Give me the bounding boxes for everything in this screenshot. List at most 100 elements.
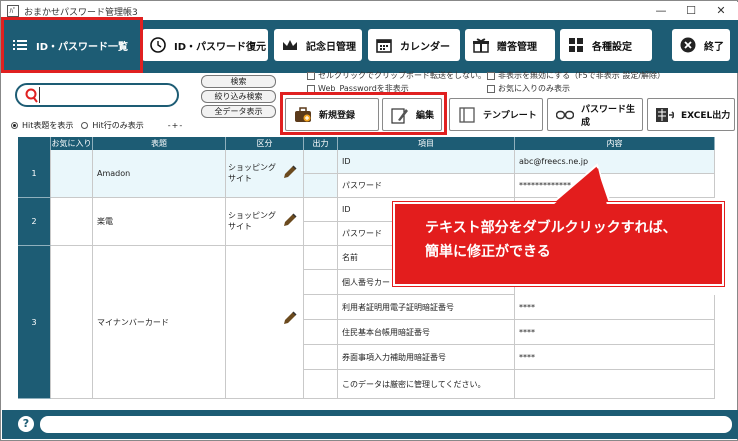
output-cell[interactable] xyxy=(304,270,338,295)
content-cell[interactable]: **** xyxy=(515,295,715,320)
output-cell[interactable] xyxy=(304,246,338,270)
radio-hit-highlight[interactable] xyxy=(11,122,18,129)
content-cell[interactable]: **** xyxy=(515,345,715,370)
item-cell[interactable]: 利用者証明用電子証明暗証番号 xyxy=(338,295,515,320)
header-title[interactable]: 表題 xyxy=(93,137,226,150)
filter-search-button[interactable]: 絞り込み検索 xyxy=(201,90,276,103)
exit-button[interactable]: 終了 xyxy=(672,29,730,61)
nav-id-restore-label: ID・パスワード復元 xyxy=(174,41,267,53)
favorite-cell[interactable] xyxy=(51,198,93,246)
header-output[interactable]: 出力 xyxy=(304,137,338,150)
text-cursor xyxy=(39,87,40,103)
show-all-button[interactable]: 全データ表示 xyxy=(201,105,276,118)
help-icon[interactable]: ? xyxy=(18,416,34,432)
highlight-box-nav xyxy=(1,17,143,73)
status-message-field xyxy=(40,416,732,433)
output-cell[interactable] xyxy=(304,150,338,174)
annotation-callout: テキスト部分をダブルクリックすれば、 簡単に修正ができる xyxy=(393,202,724,286)
nav-settings[interactable]: 各種設定 xyxy=(560,29,652,61)
checkbox[interactable] xyxy=(487,84,495,93)
nav-gift[interactable]: 贈答管理 xyxy=(465,29,555,61)
grid-settings-icon xyxy=(568,37,584,53)
nav-id-restore[interactable]: ID・パスワード復元 xyxy=(142,29,268,61)
password-generate-label: パスワード生成 xyxy=(581,104,636,128)
checkbox[interactable] xyxy=(307,71,315,80)
radio-hit-highlight-label: Hit表題を表示 xyxy=(22,121,74,130)
title-cell[interactable]: Amadon xyxy=(93,150,226,198)
checkbox[interactable] xyxy=(487,71,495,80)
check-favorites-only[interactable]: お気に入りのみ表示 xyxy=(487,83,570,94)
callout-line-1: テキスト部分をダブルクリックすれば、 xyxy=(425,220,677,236)
output-cell[interactable] xyxy=(304,370,338,399)
highlight-box-actions xyxy=(280,92,447,135)
excel-export-label: EXCEL出力 xyxy=(681,111,731,121)
nav-settings-label: 各種設定 xyxy=(592,41,632,53)
search-icon xyxy=(25,88,39,107)
close-circle-icon xyxy=(680,37,696,53)
item-cell[interactable]: このデータは厳密に管理してください。 xyxy=(338,370,515,399)
output-cell[interactable] xyxy=(304,295,338,320)
header-item[interactable]: 項目 xyxy=(338,137,515,150)
search-button[interactable]: 検索 xyxy=(201,75,276,88)
check-hidden-enable[interactable]: 非表示を無効にする（F5で非表示 設定/解除） xyxy=(487,70,665,81)
header-favorite[interactable]: お気に入り xyxy=(51,137,93,150)
edit-pencil-icon[interactable] xyxy=(282,164,298,180)
favorite-cell[interactable] xyxy=(51,150,93,198)
item-cell[interactable]: 住民基本台帳用暗証番号 xyxy=(338,320,515,345)
app-icon: ﾊﾟ xyxy=(7,5,19,17)
nav-calendar-label: カレンダー xyxy=(400,41,450,53)
app-window: ﾊﾟ おまかせパスワード管理帳3 — ☐ ✕ ID・パスワード一覧 ID・パスワ… xyxy=(0,0,738,441)
window-title: おまかせパスワード管理帳3 xyxy=(24,7,138,18)
item-cell[interactable]: 券面事項入力補助用暗証番号 xyxy=(338,345,515,370)
content-cell[interactable]: **** xyxy=(515,320,715,345)
title-cell[interactable]: 楽電 xyxy=(93,198,226,246)
output-cell[interactable] xyxy=(304,345,338,370)
output-cell[interactable] xyxy=(304,320,338,345)
nav-anniversary[interactable]: 記念日管理 xyxy=(274,29,362,61)
radio-hit-only-label: Hit行のみ表示 xyxy=(92,121,144,130)
template-label: テンプレート xyxy=(483,111,537,121)
row-number: 3 xyxy=(18,246,51,399)
radio-hit-only[interactable] xyxy=(81,122,89,129)
edit-pencil-icon[interactable] xyxy=(282,212,298,228)
gift-icon xyxy=(473,37,489,53)
check-selclick[interactable]: セルクリックでクリップボード転送をしない。 xyxy=(307,70,486,81)
template-icon xyxy=(458,106,476,124)
hit-display-options: Hit表題を表示 Hit行のみ表示 -+- xyxy=(11,120,183,131)
excel-export-icon xyxy=(656,106,674,124)
check-selclick-label: セルクリックでクリップボード転送をしない。 xyxy=(318,71,486,80)
content-cell[interactable]: abc@freecs.ne.jp xyxy=(515,150,715,174)
check-hidden-enable-label: 非表示を無効にする（F5で非表示 設定/解除） xyxy=(498,71,666,80)
row-number: 2 xyxy=(18,198,51,246)
check-favorites-only-label: お気に入りのみ表示 xyxy=(498,84,570,93)
calendar-icon xyxy=(376,37,392,53)
restore-clock-icon xyxy=(150,37,166,53)
item-cell[interactable]: ID xyxy=(338,150,515,174)
status-bar: ? xyxy=(2,410,738,439)
output-cell[interactable] xyxy=(304,198,338,222)
item-cell[interactable]: パスワード xyxy=(338,174,515,198)
template-button[interactable]: テンプレート xyxy=(449,98,543,131)
header-num xyxy=(18,137,51,150)
minimize-button[interactable]: — xyxy=(646,2,676,20)
nav-gift-label: 贈答管理 xyxy=(497,41,537,53)
edit-pencil-icon[interactable] xyxy=(282,310,298,326)
title-cell[interactable]: マイナンバーカード xyxy=(93,246,226,399)
favorite-cell[interactable] xyxy=(51,246,93,399)
password-generate-button[interactable]: パスワード生成 xyxy=(547,98,643,131)
content-cell[interactable] xyxy=(515,370,715,399)
header-content[interactable]: 内容 xyxy=(515,137,715,150)
nav-anniversary-label: 記念日管理 xyxy=(306,41,356,53)
header-category[interactable]: 区分 xyxy=(226,137,304,150)
close-button[interactable]: ✕ xyxy=(706,2,736,20)
output-cell[interactable] xyxy=(304,174,338,198)
nav-calendar[interactable]: カレンダー xyxy=(368,29,460,61)
search-input[interactable] xyxy=(15,83,179,107)
excel-export-button[interactable]: EXCEL出力 xyxy=(647,98,735,131)
chain-link-icon xyxy=(556,106,574,124)
output-cell[interactable] xyxy=(304,222,338,246)
callout-line-2: 簡単に修正ができる xyxy=(425,244,551,260)
content-cell[interactable]: ************* xyxy=(515,174,715,198)
crown-icon xyxy=(282,37,298,53)
maximize-button[interactable]: ☐ xyxy=(676,2,706,20)
